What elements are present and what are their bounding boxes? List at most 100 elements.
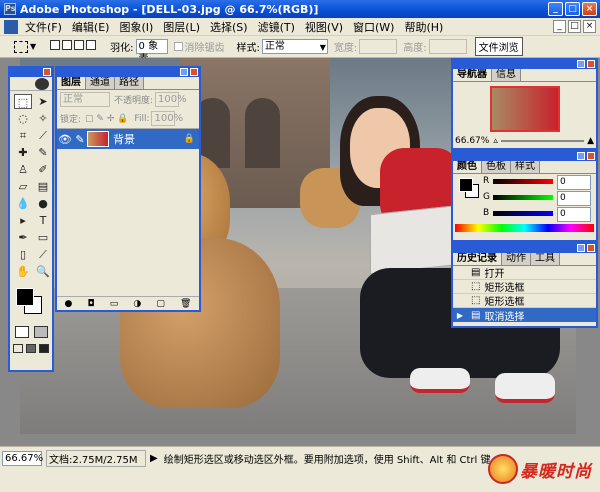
status-zoom[interactable]: 66.67% — [2, 450, 43, 466]
r-input[interactable]: 0 — [557, 175, 591, 190]
close-icon[interactable] — [587, 244, 595, 252]
fill-input[interactable]: 100% — [151, 111, 183, 126]
menu-filter[interactable]: 滤镜(T) — [253, 19, 300, 35]
tab-history[interactable]: 历史记录 — [453, 253, 502, 265]
doc-size[interactable]: 文档:2.75M/2.75M — [46, 449, 146, 467]
close-icon[interactable] — [43, 68, 51, 76]
history-titlebar[interactable] — [453, 244, 596, 253]
zoom-tool-icon[interactable]: 🔍 — [34, 264, 52, 279]
lasso-tool-icon[interactable]: ◌ — [14, 111, 32, 126]
trash-icon[interactable]: 🗑 — [180, 299, 191, 309]
tab-tools[interactable]: 工具 — [531, 253, 560, 265]
minimize-icon[interactable] — [577, 152, 585, 160]
move-tool-icon[interactable]: ➤ — [34, 94, 52, 109]
zoom-in-icon[interactable]: ▲ — [587, 136, 594, 146]
history-item[interactable]: ⬚ 矩形选框 — [453, 294, 596, 308]
menu-layer[interactable]: 图层(L) — [158, 19, 205, 35]
history-item[interactable]: ▤ 打开 — [453, 266, 596, 280]
tab-color[interactable]: 颜色 — [453, 161, 482, 173]
g-slider[interactable] — [493, 195, 553, 200]
color-fg-swatch[interactable] — [459, 178, 473, 192]
healing-brush-tool-icon[interactable]: ✚ — [14, 145, 32, 160]
minimize-button[interactable]: _ — [548, 2, 563, 16]
tab-layers[interactable]: 图层 — [57, 77, 86, 89]
toolbox-titlebar[interactable] — [10, 68, 52, 77]
tab-channels[interactable]: 通道 — [86, 77, 115, 89]
zoom-out-icon[interactable]: ▵ — [493, 136, 498, 146]
new-layer-icon[interactable]: ▢ — [156, 299, 165, 309]
minimize-icon[interactable] — [577, 244, 585, 252]
r-slider[interactable] — [493, 179, 553, 184]
dodge-tool-icon[interactable]: ● — [34, 196, 52, 211]
hand-tool-icon[interactable]: ✋ — [14, 264, 32, 279]
blend-mode-select[interactable]: 正常 — [60, 92, 110, 107]
foreground-color-swatch[interactable] — [16, 288, 34, 306]
eraser-tool-icon[interactable]: ▱ — [14, 179, 32, 194]
new-selection-icon[interactable] — [50, 40, 62, 53]
history-brush-tool-icon[interactable]: ✐ — [34, 162, 52, 177]
menu-image[interactable]: 图象(I) — [114, 19, 158, 35]
type-tool-icon[interactable]: T — [34, 213, 52, 228]
layer-row-background[interactable]: 👁 ✎ 背景 🔒 — [57, 129, 199, 149]
b-input[interactable]: 0 — [557, 207, 591, 222]
doc-maximize-button[interactable]: □ — [568, 20, 581, 33]
menu-file[interactable]: 文件(F) — [20, 19, 67, 35]
brush-tool-icon[interactable]: ✎ — [34, 145, 52, 160]
subtract-selection-icon[interactable] — [74, 40, 86, 53]
standard-mode-icon[interactable] — [14, 326, 29, 338]
screen-mode-full-menu-icon[interactable] — [25, 344, 36, 353]
navigator-zoom[interactable]: 66.67% — [455, 136, 489, 146]
navigator-thumbnail[interactable] — [489, 86, 560, 132]
close-icon[interactable] — [587, 152, 595, 160]
layers-titlebar[interactable] — [57, 68, 199, 77]
zoom-slider[interactable] — [500, 140, 585, 142]
tab-styles[interactable]: 样式 — [511, 161, 540, 173]
layer-mask-icon[interactable]: ◘ — [88, 299, 95, 309]
notes-tool-icon[interactable]: ▯ — [14, 247, 32, 262]
menu-help[interactable]: 帮助(H) — [399, 19, 448, 35]
pen-tool-icon[interactable]: ✒ — [14, 230, 32, 245]
minimize-icon[interactable] — [577, 60, 585, 68]
style-select[interactable]: 正常 ▼ — [261, 39, 328, 54]
clone-stamp-tool-icon[interactable]: ♙ — [14, 162, 32, 177]
intersect-selection-icon[interactable] — [86, 40, 98, 53]
gradient-tool-icon[interactable]: ▤ — [34, 179, 52, 194]
slice-tool-icon[interactable]: ⟋ — [34, 128, 52, 143]
close-icon[interactable] — [190, 68, 198, 76]
close-icon[interactable] — [587, 60, 595, 68]
history-item[interactable]: ⬚ 矩形选框 — [453, 280, 596, 294]
history-item-current[interactable]: ▶ ▤ 取消选择 — [453, 308, 596, 323]
feather-input[interactable]: 0 象素 — [135, 39, 168, 65]
path-select-tool-icon[interactable]: ▸ — [14, 213, 32, 228]
status-arrow-icon[interactable]: ▶ — [150, 453, 158, 464]
screen-mode-full-icon[interactable] — [38, 344, 49, 353]
tab-paths[interactable]: 路径 — [115, 77, 144, 89]
crop-tool-icon[interactable]: ⌗ — [14, 128, 32, 143]
add-selection-icon[interactable] — [62, 40, 74, 53]
adobe-online-icon[interactable] — [35, 77, 49, 90]
menu-view[interactable]: 视图(V) — [300, 19, 348, 35]
quickmask-mode-icon[interactable] — [33, 326, 48, 338]
b-slider[interactable] — [493, 211, 553, 216]
blur-tool-icon[interactable]: 💧 — [14, 196, 32, 211]
menu-window[interactable]: 窗口(W) — [348, 19, 399, 35]
close-button[interactable]: × — [582, 2, 597, 16]
g-input[interactable]: 0 — [557, 191, 591, 206]
screen-mode-standard-icon[interactable] — [13, 344, 24, 353]
tab-info[interactable]: 信息 — [492, 69, 521, 81]
rect-marquee-tool-icon[interactable]: ⬚ — [14, 94, 32, 109]
maximize-button[interactable]: □ — [565, 2, 580, 16]
menu-edit[interactable]: 编辑(E) — [67, 19, 115, 35]
adjustment-layer-icon[interactable]: ◑ — [133, 299, 141, 309]
doc-minimize-button[interactable]: _ — [553, 20, 566, 33]
menu-select[interactable]: 选择(S) — [205, 19, 253, 35]
layer-style-icon[interactable]: ● — [65, 299, 73, 309]
magic-wand-tool-icon[interactable]: ✧ — [34, 111, 52, 126]
color-ramp[interactable] — [455, 224, 594, 232]
minimize-icon[interactable] — [180, 68, 188, 76]
marquee-tool-icon[interactable] — [14, 40, 28, 53]
eyedropper-tool-icon[interactable]: ⟋ — [34, 247, 52, 262]
tab-swatches[interactable]: 色板 — [482, 161, 511, 173]
navigator-titlebar[interactable] — [453, 60, 596, 69]
tool-preset-arrow-icon[interactable]: ▼ — [30, 42, 36, 51]
